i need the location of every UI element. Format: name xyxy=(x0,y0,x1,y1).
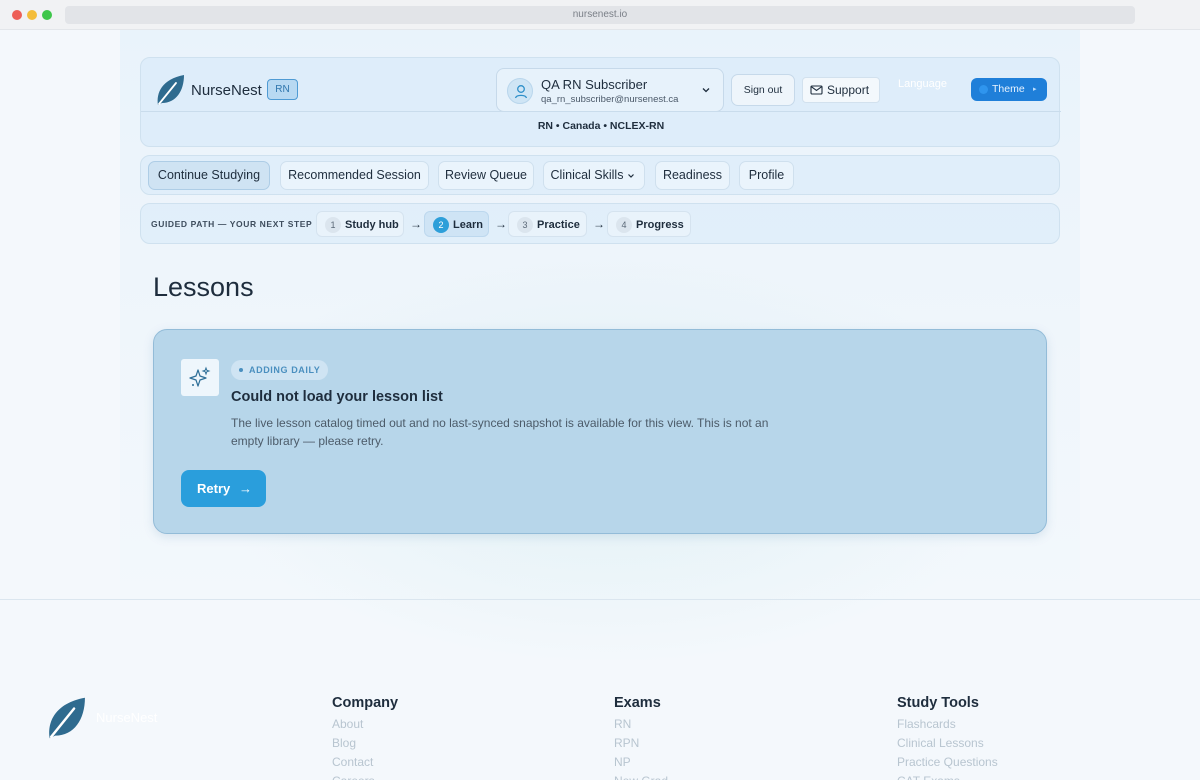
minimize-window-dot[interactable] xyxy=(27,10,37,20)
step-label: Practice xyxy=(537,219,580,231)
exam-context: RN • Canada • NCLEX-RN xyxy=(537,120,665,132)
footer-heading: Company xyxy=(332,695,399,711)
maximize-window-dot[interactable] xyxy=(42,10,52,20)
sparkle-icon xyxy=(189,366,211,387)
nav-review-queue[interactable]: Review Queue xyxy=(438,161,534,190)
arrow-right-icon: → xyxy=(593,217,605,231)
support-button[interactable]: Support xyxy=(802,77,880,103)
step-number: 1 xyxy=(325,217,341,233)
main-nav: Continue Studying Recommended Session Re… xyxy=(140,155,1060,195)
footer-link[interactable]: CAT Exams xyxy=(897,772,998,780)
browser-chrome: nursenest.io xyxy=(0,0,1200,30)
footer-divider xyxy=(0,599,1200,600)
nav-readiness[interactable]: Readiness xyxy=(655,161,730,190)
support-label: Support xyxy=(827,83,870,97)
step-label: Learn xyxy=(453,219,483,231)
footer-column-exams: Exams RN RPN NP New Grad xyxy=(614,695,668,780)
path-step-progress[interactable]: 4 Progress xyxy=(607,211,691,237)
footer-link[interactable]: Practice Questions xyxy=(897,753,998,772)
avatar xyxy=(507,78,533,104)
account-menu-button[interactable]: QA RN Subscriber qa_rn_subscriber@nursen… xyxy=(496,68,724,112)
theme-label: Theme xyxy=(992,83,1025,95)
theme-button[interactable]: Theme ▸ xyxy=(971,78,1047,101)
footer-column-study-tools: Study Tools Flashcards Clinical Lessons … xyxy=(897,695,998,780)
leaf-logo-icon[interactable] xyxy=(44,695,88,741)
footer-link[interactable]: Blog xyxy=(332,734,398,753)
mail-icon xyxy=(810,85,823,95)
path-step-practice[interactable]: 3 Practice xyxy=(508,211,587,237)
retry-button[interactable]: Retry → xyxy=(181,470,266,507)
user-name: QA RN Subscriber xyxy=(541,77,648,92)
nav-clinical-skills[interactable]: Clinical Skills xyxy=(543,161,645,190)
step-number: 2 xyxy=(433,217,449,233)
footer-link[interactable]: RN xyxy=(614,715,668,734)
footer-brand: NurseNest xyxy=(96,710,158,725)
arrow-right-icon: → xyxy=(410,217,422,231)
step-number: 3 xyxy=(517,217,533,233)
footer-heading: Study Tools xyxy=(897,695,979,711)
app-header: NurseNest RN QA RN Subscriber qa_rn_subs… xyxy=(140,57,1061,147)
step-label: Study hub xyxy=(345,219,399,231)
close-window-dot[interactable] xyxy=(12,10,22,20)
language-selector[interactable]: Language xyxy=(898,78,947,90)
footer-link[interactable]: Clinical Lessons xyxy=(897,734,998,753)
brand-name[interactable]: NurseNest xyxy=(191,82,262,99)
error-title: Could not load your lesson list xyxy=(231,389,443,405)
chevron-down-icon xyxy=(702,88,710,93)
arrow-right-icon: → xyxy=(239,481,252,496)
nav-clinical-skills-label: Clinical Skills xyxy=(550,168,624,182)
arrow-right-icon: → xyxy=(495,217,507,231)
sparkle-icon-box xyxy=(181,359,219,396)
lesson-load-error-card: ADDING DAILY Could not load your lesson … xyxy=(153,329,1047,534)
footer-link[interactable]: About xyxy=(332,715,398,734)
leaf-logo-icon[interactable] xyxy=(154,73,186,107)
status-badge: ADDING DAILY xyxy=(231,360,328,380)
path-step-study-hub[interactable]: 1 Study hub xyxy=(316,211,404,237)
header-divider xyxy=(141,111,1061,112)
nav-profile[interactable]: Profile xyxy=(739,161,794,190)
footer-link[interactable]: NP xyxy=(614,753,668,772)
role-badge: RN xyxy=(267,79,298,100)
theme-dot-icon xyxy=(979,85,988,94)
user-icon xyxy=(514,85,528,99)
footer-link[interactable]: Flashcards xyxy=(897,715,998,734)
footer-link[interactable]: New Grad xyxy=(614,772,668,780)
page-title: Lessons xyxy=(153,272,254,302)
caret-icon: ▸ xyxy=(1033,86,1037,93)
nav-continue-studying[interactable]: Continue Studying xyxy=(148,161,270,190)
sign-out-button[interactable]: Sign out xyxy=(731,74,795,106)
footer-link[interactable]: Careers xyxy=(332,772,398,780)
retry-label: Retry xyxy=(197,481,231,496)
badge-dot-icon xyxy=(239,368,243,372)
nav-recommended-session[interactable]: Recommended Session xyxy=(280,161,429,190)
footer-link[interactable]: Contact xyxy=(332,753,398,772)
step-number: 4 xyxy=(616,217,632,233)
footer-link[interactable]: RPN xyxy=(614,734,668,753)
step-label: Progress xyxy=(636,219,684,231)
footer-heading: Exams xyxy=(614,695,661,711)
guided-path: GUIDED PATH — YOUR NEXT STEP 1 Study hub… xyxy=(140,203,1060,244)
error-message: The live lesson catalog timed out and no… xyxy=(231,416,769,448)
guided-path-label: GUIDED PATH — YOUR NEXT STEP xyxy=(151,219,313,229)
chevron-down-icon xyxy=(628,174,634,178)
footer-column-company: Company About Blog Contact Careers xyxy=(332,695,398,780)
address-bar[interactable]: nursenest.io xyxy=(65,6,1135,24)
user-email: qa_rn_subscriber@nursenest.ca xyxy=(541,94,679,105)
badge-label: ADDING DAILY xyxy=(249,365,321,375)
path-step-learn[interactable]: 2 Learn xyxy=(424,211,489,237)
